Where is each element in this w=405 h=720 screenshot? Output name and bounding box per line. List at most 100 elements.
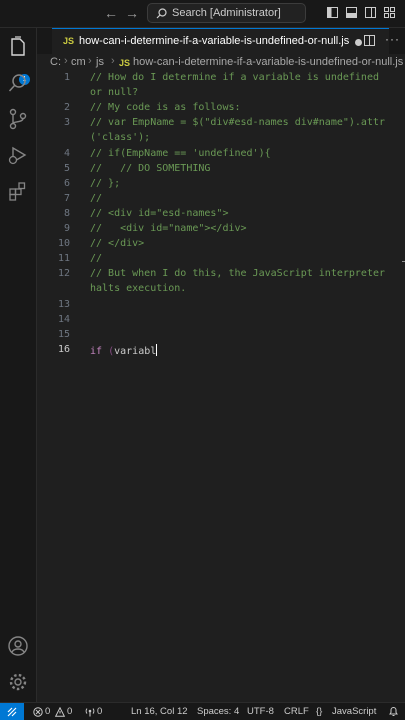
code-token: // My code is as follows: (90, 102, 241, 114)
line-number: 15 (57, 328, 70, 340)
line-number: 9 (63, 223, 70, 234)
remote-indicator[interactable] (0, 703, 24, 720)
warning-count[interactable]: 0 (67, 706, 72, 717)
end-of-line[interactable]: CRLF (284, 706, 309, 717)
status-bar: 0 0 0 Ln 16, Col 12 Spaces: 4 UTF-8 CRLF… (0, 702, 405, 720)
code-text: halts execution. (90, 283, 186, 294)
line-number: 2 (63, 102, 70, 114)
code-line[interactable]: 8 // <div id="esd-names"> (37, 208, 405, 223)
line-number: 10 (57, 238, 70, 250)
code-text: // (90, 253, 102, 264)
code-token: // }; (90, 177, 121, 189)
breadcrumb-item-cm[interactable]: cm (71, 56, 86, 68)
breadcrumb-item-drive[interactable]: C: (50, 56, 61, 68)
code-line[interactable]: halts execution. (37, 283, 405, 298)
ports-antenna-icon[interactable] (85, 707, 95, 717)
code-line[interactable]: 6 // }; (37, 178, 405, 193)
title-bar: ← → Search [Administrator] (0, 0, 405, 28)
indentation[interactable]: Spaces: 4 (197, 706, 239, 717)
line-number: 8 (63, 207, 70, 219)
language-mode[interactable]: JavaScript (332, 706, 376, 717)
code-token: // (90, 253, 103, 265)
code-editor[interactable]: 1 // How do I determine if a variable is … (37, 71, 405, 702)
code-text: // var EmpName = $("div#esd-names div#na… (90, 117, 385, 128)
code-text: // // DO SOMETHING (90, 163, 210, 174)
code-token: halts execution. (90, 283, 187, 295)
code-line[interactable]: 4 // if(EmpName == 'undefined'){ (37, 148, 405, 163)
warning-icon[interactable] (55, 707, 65, 717)
code-line[interactable]: 3 // var EmpName = $("div#esd-names div#n… (37, 117, 405, 132)
line-number: 14 (57, 313, 70, 325)
manage-gear-icon[interactable] (7, 671, 29, 693)
code-text: // }; (90, 178, 120, 189)
tab-label: how-can-i-determine-if-a-variable-is-und… (79, 35, 350, 47)
chevron-right-icon: › (64, 55, 68, 67)
code-line[interactable]: 12 // But when I do this, the JavaScript … (37, 268, 405, 283)
code-line[interactable]: or null? (37, 87, 405, 102)
explorer-icon[interactable] (7, 36, 29, 58)
toggle-panel-icon[interactable] (346, 7, 357, 18)
code-line[interactable]: 13 (37, 299, 405, 314)
code-line[interactable]: 1 // How do I determine if a variable is … (37, 72, 405, 87)
notifications-bell-icon[interactable] (388, 706, 399, 717)
code-token: variabl (114, 345, 157, 357)
line-number: 13 (57, 298, 70, 310)
braces-icon: {} (316, 706, 323, 717)
code-line[interactable]: 15 (37, 329, 405, 344)
breadcrumb-item-file[interactable]: how-can-i-determine-if-a-variable-is-und… (133, 56, 403, 68)
code-text: // (90, 193, 102, 204)
split-editor-icon[interactable] (364, 35, 375, 46)
line-number: 4 (63, 147, 70, 159)
code-text: or null? (90, 87, 138, 98)
code-token: ('class'); (90, 132, 151, 144)
code-line[interactable]: 7 // (37, 193, 405, 208)
chevron-right-icon: › (88, 55, 92, 67)
code-text: // <div id="esd-names"> (90, 208, 228, 219)
code-line[interactable]: 11 // (37, 253, 405, 268)
code-text: // My code is as follows: (90, 102, 241, 113)
code-line[interactable]: 16 if (variabl (37, 343, 405, 359)
code-line[interactable]: 2 // My code is as follows: (37, 102, 405, 117)
line-number: 7 (63, 192, 70, 204)
extensions-icon[interactable] (7, 180, 29, 202)
run-and-debug-icon[interactable] (7, 144, 29, 166)
code-line[interactable]: 5 // // DO SOMETHING (37, 163, 405, 178)
search-icon[interactable] (7, 72, 29, 94)
line-number: 16 (57, 343, 70, 355)
error-count[interactable]: 0 (45, 706, 50, 717)
ports-count[interactable]: 0 (97, 706, 102, 717)
code-line[interactable]: 9 // <div id="name"></div> (37, 223, 405, 238)
error-icon[interactable] (33, 707, 43, 717)
unsaved-dot-icon[interactable] (355, 39, 362, 46)
code-text: // if(EmpName == 'undefined'){ (90, 148, 271, 159)
more-actions-icon[interactable]: ··· (385, 32, 400, 46)
code-token: // How do I determine if a variable is u… (90, 72, 379, 83)
code-token: if (90, 345, 103, 357)
search-icon (156, 8, 167, 19)
code-text: // But when I do this, the JavaScript in… (90, 268, 385, 279)
code-token: // <div id="name"></div> (90, 223, 247, 234)
code-token: // (90, 192, 103, 204)
text-cursor (156, 343, 158, 356)
tab-active-file[interactable]: JS how-can-i-determine-if-a-variable-is-… (52, 28, 389, 54)
code-token: or null? (90, 87, 139, 99)
code-text: // <div id="name"></div> (90, 223, 247, 234)
encoding[interactable]: UTF-8 (247, 706, 274, 717)
cursor-position[interactable]: Ln 16, Col 12 (131, 706, 188, 717)
line-number: 6 (63, 177, 70, 189)
code-text: ('class'); (90, 132, 150, 143)
code-line[interactable]: 10 // </div> (37, 238, 405, 253)
toggle-secondary-sidebar-icon[interactable] (365, 7, 376, 18)
forward-arrow-icon[interactable]: → (125, 5, 139, 21)
back-arrow-icon[interactable]: ← (104, 5, 118, 21)
activity-bar: 1 (0, 28, 37, 702)
accounts-icon[interactable] (7, 635, 29, 657)
code-line[interactable]: 14 (37, 314, 405, 329)
source-control-icon[interactable] (7, 108, 29, 130)
breadcrumb-item-js[interactable]: js (96, 56, 104, 68)
customize-layout-icon[interactable] (384, 7, 395, 18)
code-token: ( (108, 345, 115, 357)
command-center-search[interactable]: Search [Administrator] (147, 3, 306, 23)
code-line[interactable]: ('class'); (37, 132, 405, 147)
toggle-primary-sidebar-icon[interactable] (327, 7, 338, 18)
